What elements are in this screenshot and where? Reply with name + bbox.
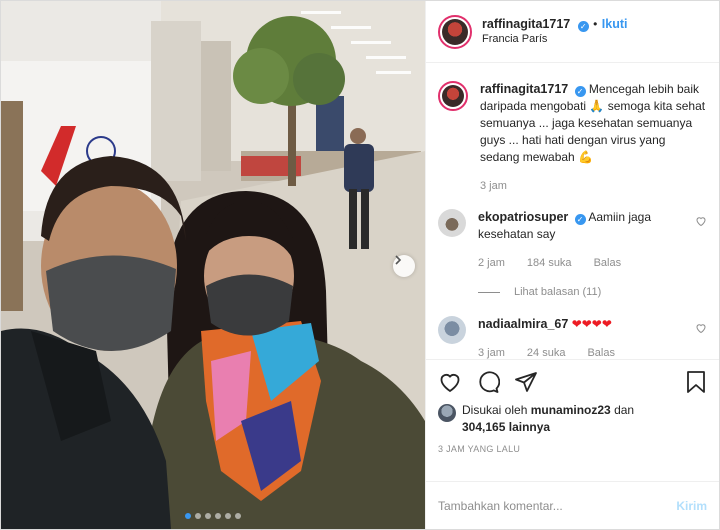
- verified-badge-icon: ✓: [574, 86, 586, 97]
- carousel-dot: [225, 513, 231, 519]
- header-separator: •: [593, 17, 598, 31]
- comment-text: ❤❤❤❤: [571, 317, 612, 331]
- carousel-dot: [205, 513, 211, 519]
- bookmark-icon[interactable]: [685, 370, 707, 394]
- caption-username[interactable]: raffinagita1717: [480, 82, 568, 96]
- share-icon[interactable]: [514, 370, 538, 394]
- likes-count[interactable]: 304,165: [462, 420, 505, 434]
- follow-button[interactable]: Ikuti: [602, 17, 628, 31]
- comment-username[interactable]: nadiaalmira_67: [478, 317, 568, 331]
- view-replies-button[interactable]: Lihat balasan (11): [478, 286, 707, 298]
- view-replies-label: Lihat balasan (11): [514, 286, 602, 298]
- selfie-illustration: [1, 1, 425, 529]
- liker-username[interactable]: munaminoz23: [531, 403, 611, 417]
- next-photo-button[interactable]: [393, 255, 415, 277]
- comment: nadiaalmira_67 ❤❤❤❤ 3 jam 24 suka Balas: [438, 316, 707, 359]
- reply-button[interactable]: Balas: [587, 345, 615, 359]
- location-link[interactable]: Francia París: [482, 32, 628, 47]
- author-username[interactable]: raffinagita1717: [482, 17, 570, 31]
- like-comment-heart-icon[interactable]: [695, 215, 707, 227]
- comment-time[interactable]: 2 jam: [478, 255, 505, 272]
- chevron-right-icon: [395, 255, 402, 265]
- post-actions: Disukai oleh munaminoz23 dan 304,165 lai…: [426, 359, 719, 481]
- comment-avatar[interactable]: [438, 316, 466, 344]
- liker-avatar[interactable]: [438, 404, 456, 422]
- verified-badge-icon: ✓: [577, 21, 589, 32]
- comment-icon[interactable]: [476, 370, 500, 394]
- reply-button[interactable]: Balas: [594, 255, 622, 272]
- comment-avatar[interactable]: [438, 209, 466, 237]
- add-comment-bar: Kirim: [426, 481, 719, 529]
- carousel-dot-active: [185, 513, 191, 519]
- comment-time[interactable]: 3 jam: [478, 345, 505, 359]
- verified-badge-icon: ✓: [574, 214, 586, 225]
- caption-time[interactable]: 3 jam: [480, 178, 507, 195]
- comment-likes[interactable]: 184 suka: [527, 255, 572, 272]
- likes-suffix[interactable]: lainnya: [509, 420, 550, 434]
- comment-likes[interactable]: 24 suka: [527, 345, 566, 359]
- replies-divider: [478, 291, 500, 293]
- like-comment-heart-icon[interactable]: [695, 322, 707, 334]
- like-heart-icon[interactable]: [438, 370, 462, 394]
- comment-username[interactable]: ekopatriosuper: [478, 210, 568, 224]
- caption-avatar[interactable]: [438, 81, 468, 111]
- post-comment-button[interactable]: Kirim: [676, 499, 707, 513]
- carousel-dot: [195, 513, 201, 519]
- carousel-dot: [235, 513, 241, 519]
- carousel-indicator: [1, 513, 425, 519]
- post-timestamp[interactable]: 3 JAM YANG LALU: [438, 444, 707, 454]
- post-photo[interactable]: [1, 1, 425, 529]
- post-sidebar: raffinagita1717 ✓ • Ikuti Francia París …: [425, 1, 719, 529]
- likes-prefix: Disukai oleh: [462, 403, 528, 417]
- caption: raffinagita1717 ✓ Mencegah lebih baik da…: [438, 81, 707, 195]
- post-header: raffinagita1717 ✓ • Ikuti Francia París: [426, 1, 719, 63]
- author-avatar[interactable]: [438, 14, 472, 49]
- comment-input[interactable]: [438, 498, 677, 513]
- likes-summary: Disukai oleh munaminoz23 dan 304,165 lai…: [438, 402, 707, 436]
- post-dialog: raffinagita1717 ✓ • Ikuti Francia París …: [0, 0, 720, 530]
- comment: ekopatriosuper ✓ Aamiin jaga kesehatan s…: [438, 209, 707, 272]
- likes-middle: dan: [614, 403, 635, 417]
- carousel-dot: [215, 513, 221, 519]
- comments-list[interactable]: raffinagita1717 ✓ Mencegah lebih baik da…: [426, 63, 719, 359]
